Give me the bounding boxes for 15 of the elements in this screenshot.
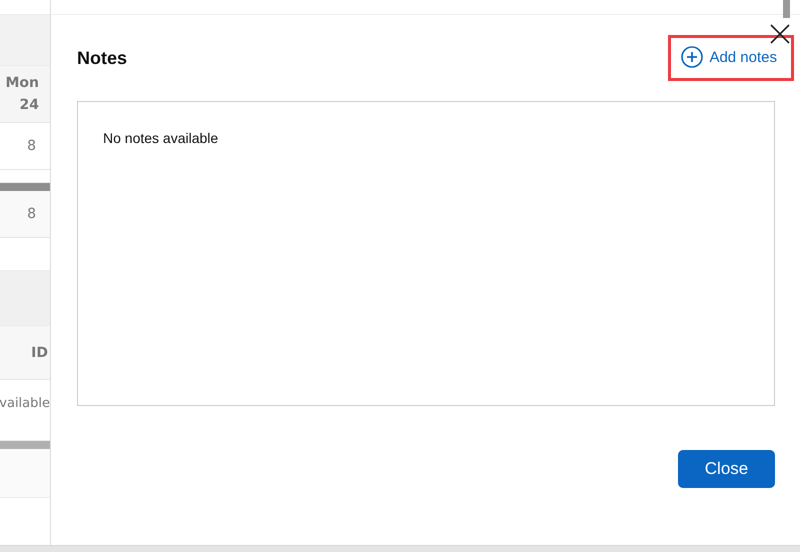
horizontal-scrollbar[interactable] — [0, 441, 50, 449]
horizontal-scrollbar[interactable] — [0, 183, 50, 191]
horizontal-scrollbar[interactable] — [0, 545, 800, 552]
add-notes-button[interactable]: Add notes — [668, 35, 794, 81]
day-column-header: Mon 24 — [0, 66, 50, 123]
scrollbar-thumb[interactable] — [783, 0, 790, 18]
column-header: ID — [0, 326, 50, 380]
empty-message: No notes available — [103, 130, 220, 146]
plus-circle-icon — [681, 46, 704, 68]
hours-cell: 8 — [0, 191, 50, 238]
close-icon[interactable] — [768, 22, 792, 46]
table-cell-text: vailable — [0, 394, 50, 412]
table-row-background — [0, 449, 50, 498]
close-button[interactable]: Close — [678, 450, 775, 488]
dialog-title: Notes — [77, 48, 128, 68]
